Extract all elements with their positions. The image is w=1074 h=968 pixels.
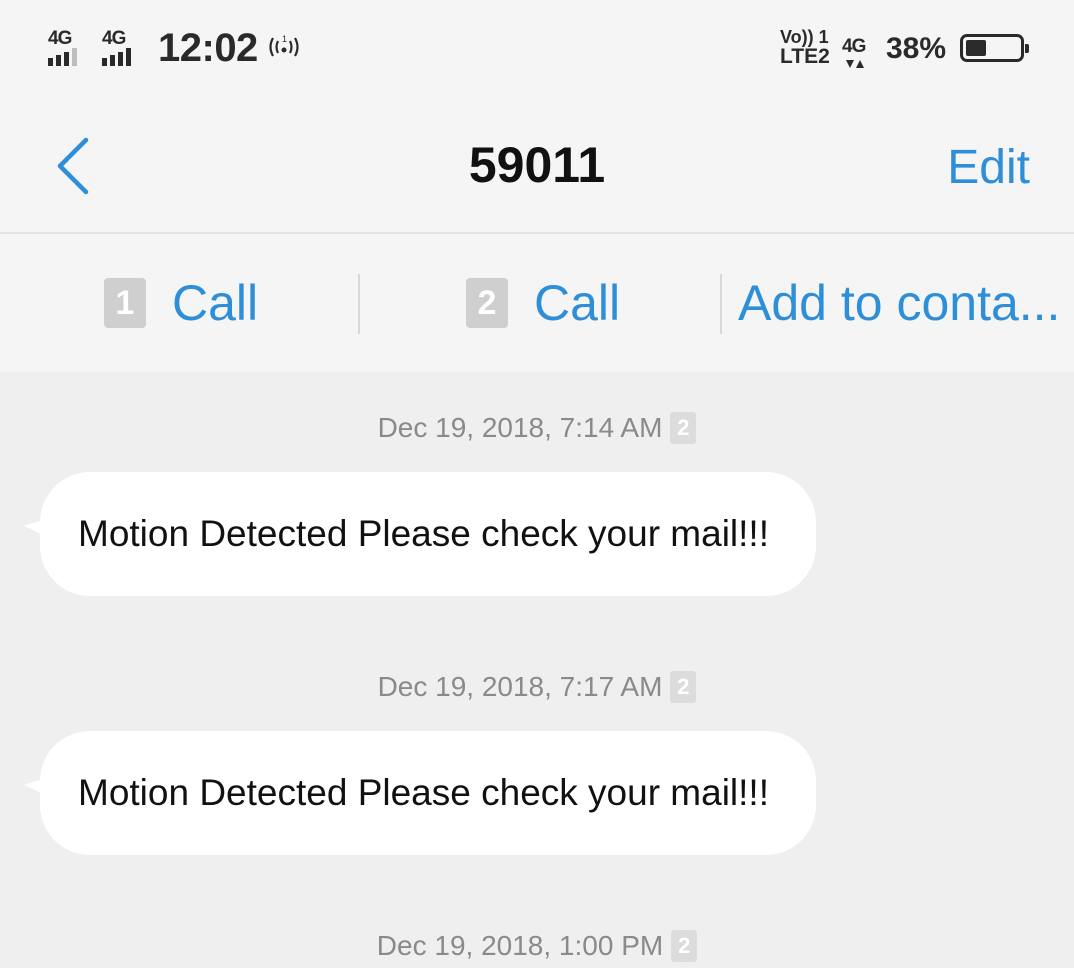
message-text: Motion Detected Please check your mail!!… [78, 513, 769, 554]
message-timestamp: Dec 19, 2018, 1:00 PM 2 [0, 930, 1074, 962]
call-sim2-label: Call [534, 275, 621, 331]
sim2-badge-icon: 2 [466, 278, 508, 328]
message-bubble[interactable]: Motion Detected Please check your mail!!… [24, 472, 816, 596]
volte-bottom-label: LTE2 [780, 45, 830, 68]
timestamp-text: Dec 19, 2018, 1:00 PM [376, 930, 664, 961]
action-bar: 1 Call 2 Call Add to conta... [0, 232, 1074, 372]
sim2-signal-icon: 4G [102, 28, 148, 68]
data-arrows-icon [846, 60, 864, 68]
timestamp-text: Dec 19, 2018, 7:14 AM [377, 412, 663, 443]
chevron-left-icon[interactable] [50, 134, 100, 198]
page-title: 59011 [468, 137, 606, 193]
sim2-badge-icon: 2 [671, 930, 698, 962]
data-network-label: 4G [842, 36, 866, 57]
call-sim1-label: Call [172, 275, 259, 331]
sim2-badge-icon: 2 [670, 412, 697, 444]
conversation-header: 59011 Edit [0, 98, 1074, 232]
battery-level-fill [966, 40, 986, 56]
message-timestamp: Dec 19, 2018, 7:14 AM 2 [0, 412, 1074, 444]
volte-indicator: Vo)) 1 LTE2 [780, 28, 836, 72]
message-bubble[interactable]: Motion Detected Please check your mail!!… [24, 731, 816, 855]
message-text: Motion Detected Please check your mail!!… [78, 772, 769, 813]
message-timestamp: Dec 19, 2018, 7:17 AM 2 [0, 671, 1074, 703]
data-network-icon: 4G [842, 36, 878, 72]
sim2-badge-icon: 2 [670, 671, 697, 703]
status-time: 12:02 [158, 26, 258, 70]
timestamp-text: Dec 19, 2018, 7:17 AM [377, 671, 663, 702]
sim1-signal-icon: 4G [48, 28, 94, 68]
sim1-badge-icon: 1 [104, 278, 146, 328]
action-divider [358, 274, 360, 334]
battery-percent: 38% [886, 32, 947, 65]
add-to-contacts-button[interactable]: Add to conta... [738, 234, 1060, 372]
add-to-contacts-label: Add to conta... [738, 275, 1061, 331]
call-sim2-button[interactable]: 2 Call [466, 234, 620, 372]
battery-icon [960, 34, 1029, 62]
sim2-network-label: 4G [102, 28, 126, 49]
action-divider [720, 274, 722, 334]
svg-text:1: 1 [282, 34, 287, 44]
call-sim1-button[interactable]: 1 Call [104, 234, 258, 372]
status-bar: 4G 4G 12:02 1 Vo)) 1 LTE2 4G 38% [0, 0, 1074, 98]
hotspot-icon: 1 [269, 34, 299, 57]
sim1-network-label: 4G [48, 28, 72, 49]
edit-button[interactable]: Edit [947, 140, 1030, 195]
